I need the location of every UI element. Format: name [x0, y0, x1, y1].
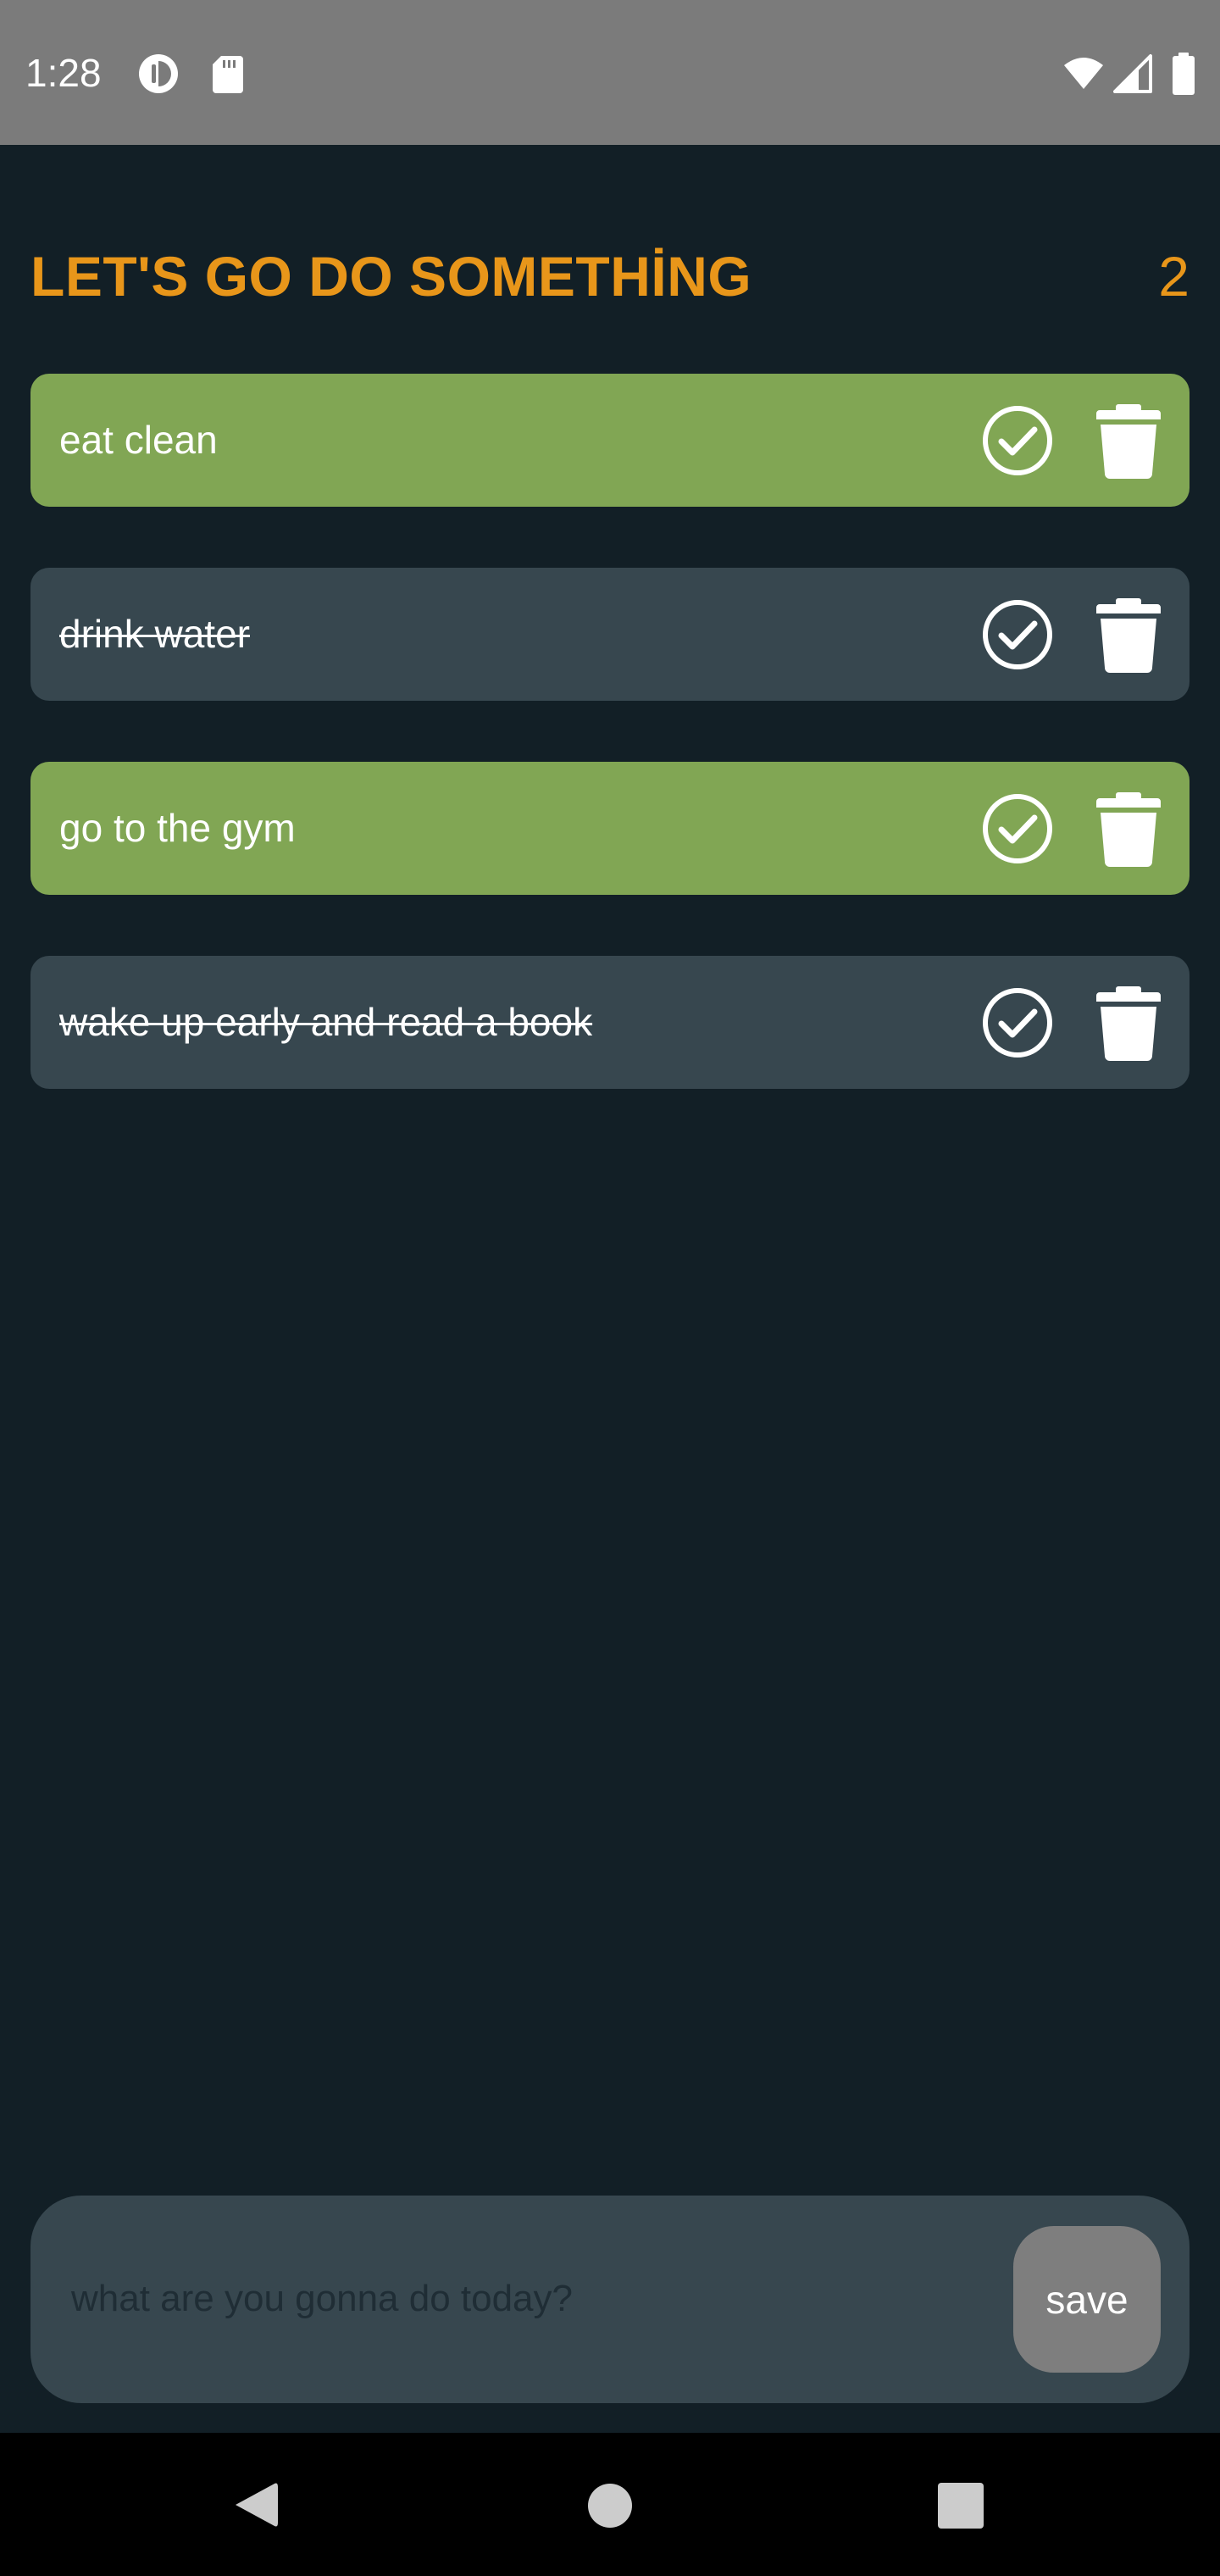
- system-nav-bar: [0, 2433, 1220, 2576]
- recents-icon[interactable]: [938, 2483, 984, 2529]
- sd-card-icon: [213, 56, 243, 93]
- data-saver-icon: [139, 54, 178, 93]
- check-circle-icon[interactable]: [981, 986, 1054, 1059]
- todo-item-3: go to the gym: [30, 762, 1190, 895]
- trash-icon[interactable]: [1096, 791, 1161, 867]
- todo-text: go to the gym: [59, 806, 296, 850]
- check-circle-icon[interactable]: [981, 598, 1054, 671]
- status-time: 1:28: [25, 51, 102, 95]
- save-button[interactable]: save: [1013, 2226, 1161, 2373]
- home-icon[interactable]: [588, 2484, 632, 2528]
- new-todo-bar: save: [30, 2196, 1190, 2403]
- todo-item-1: eat clean: [30, 374, 1190, 507]
- page-title: LET'S GO DO SOMETHİNG: [30, 245, 752, 308]
- battery-icon: [1173, 53, 1195, 95]
- trash-icon[interactable]: [1096, 597, 1161, 673]
- trash-icon[interactable]: [1096, 402, 1161, 479]
- check-circle-icon[interactable]: [981, 792, 1054, 865]
- todo-text: eat clean: [59, 418, 218, 462]
- todo-item-2: drink water: [30, 568, 1190, 701]
- check-circle-icon[interactable]: [981, 404, 1054, 477]
- todo-item-4: wake up early and read a book: [30, 956, 1190, 1089]
- back-icon[interactable]: [232, 2480, 278, 2529]
- todo-text: wake up early and read a book: [59, 1000, 593, 1044]
- wifi-icon: [1064, 58, 1103, 89]
- trash-icon[interactable]: [1096, 985, 1161, 1061]
- status-bar: 1:28: [0, 0, 1220, 145]
- todo-list: eat clean drink water go to the gym wake…: [30, 374, 1190, 1150]
- signal-icon: [1113, 54, 1152, 93]
- todo-text: drink water: [59, 612, 250, 656]
- new-todo-input[interactable]: [71, 2267, 986, 2331]
- remaining-count: 2: [1158, 245, 1190, 308]
